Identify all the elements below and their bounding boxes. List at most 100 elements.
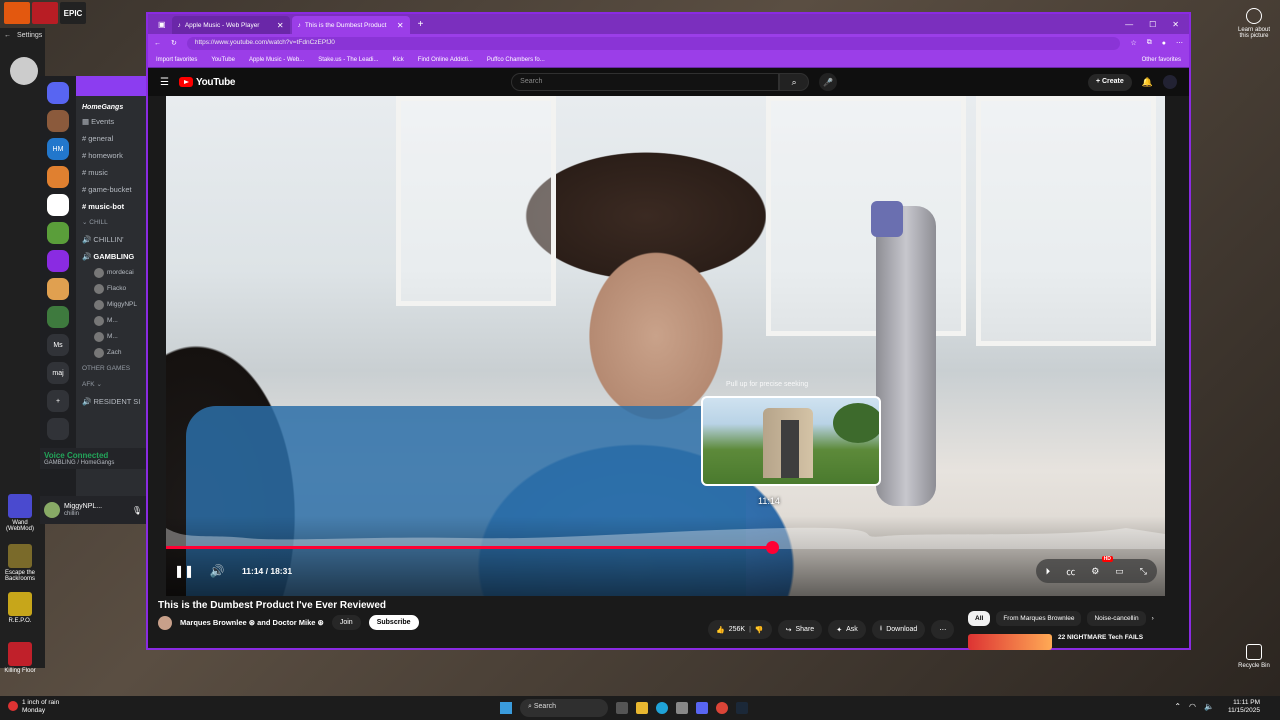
search-button[interactable]: ⌕ [779,73,810,91]
wifi-icon[interactable]: ◠ [1189,702,1196,711]
mic-icon[interactable]: 🎙 [132,506,142,515]
desktop-icon-3[interactable]: Killing Floor [0,642,42,674]
server-icon-4[interactable] [47,194,69,216]
progress-bar[interactable] [166,541,1165,554]
server-icon-6[interactable] [47,250,69,272]
voice-location[interactable]: GAMBLING / HomeGangs [44,460,142,466]
voice-user[interactable]: M... [78,313,146,329]
tab-close-icon[interactable]: ✕ [397,21,404,30]
recycle-bin[interactable]: Recycle Bin [1234,644,1274,669]
edge-icon[interactable] [656,702,668,714]
voice-user[interactable]: MiggyNPL [78,297,146,313]
download-button[interactable]: ⭳ Download [871,620,926,639]
other-favorites[interactable]: Other favorites [1142,57,1181,63]
bookmark-item[interactable]: Import favorites [156,57,197,63]
new-tab-button[interactable]: + [412,16,430,34]
tab-actions-icon[interactable]: ▣ [154,16,170,34]
server-icon-10[interactable]: maj [47,362,69,384]
server-icon-1[interactable] [47,110,69,132]
speaker-icon[interactable]: 🔈 [1204,702,1214,711]
server-name[interactable]: HomeGangs [78,96,146,113]
voice-user[interactable]: Flacko [78,281,146,297]
voice-user[interactable]: M... [78,329,146,345]
voice-user[interactable]: mordecai [78,265,146,281]
account-avatar[interactable] [1163,75,1177,89]
voice-channel-item[interactable]: 🔊 CHILLIN' [78,231,146,248]
profile-icon[interactable]: ● [1162,40,1166,47]
steam-icon[interactable] [736,702,748,714]
video-player[interactable]: Pull up for precise seeking 11:14 ❚❚ 🔊 1… [166,96,1165,596]
thumbs-down-icon[interactable]: 👎 [755,626,764,634]
discord-icon[interactable] [696,702,708,714]
recommendation-item[interactable]: 22 NIGHTMARE Tech FAILS [968,634,1143,650]
menu-dots-icon[interactable]: ⋯ [1176,39,1183,47]
autoplay-toggle-icon[interactable]: ⏵ [1046,566,1051,577]
chips-next-icon[interactable]: › [1152,615,1154,622]
bookmark-item[interactable]: Apple Music - Web... [249,57,304,63]
user-avatar[interactable] [44,502,60,518]
back-icon[interactable]: ← [154,40,161,47]
pause-icon[interactable]: ❚❚ [174,564,194,578]
recommendation-title[interactable]: 22 NIGHTMARE Tech FAILS [1058,634,1143,650]
tab-close-icon[interactable]: ✕ [277,21,284,30]
hamburger-menu-icon[interactable]: ☰ [160,77,169,88]
learn-about-picture[interactable]: Learn about this picture [1234,8,1274,39]
voice-search-button[interactable]: 🎤 [819,73,838,91]
settings-gear-icon[interactable]: ⚙ [1091,566,1099,577]
captions-icon[interactable]: ㏄ [1066,565,1075,578]
file-explorer-icon[interactable] [636,702,648,714]
bookmark-item[interactable]: Puffco Chambers fo... [487,57,545,63]
channel-item[interactable]: # music [78,164,146,181]
share-button[interactable]: ↪ Share [777,620,823,639]
create-button[interactable]: + Create [1087,73,1132,91]
server-icon-0[interactable] [47,82,69,104]
join-button[interactable]: Join [331,615,361,630]
start-button[interactable] [500,702,512,714]
clock[interactable]: 11:11 PM 11/15/2025 [1228,699,1260,716]
server-icon-2[interactable]: HM [47,138,69,160]
launcher-icon-1[interactable] [32,2,58,24]
server-icon-7[interactable] [47,278,69,300]
browser-tab[interactable]: ♪ This is the Dumbest Product ✕ [291,16,410,34]
category-chill[interactable]: ⌄ CHILL [78,215,146,231]
chrome-icon[interactable] [716,702,728,714]
task-view-icon[interactable] [616,702,628,714]
voice-channel-item[interactable]: 🔊 GAMBLING [78,248,146,265]
more-actions-button[interactable]: ⋯ [931,620,955,639]
browser-window[interactable]: ▣ ♪ Apple Music - Web Player ✕ ♪ This is the… [146,12,1191,650]
fullscreen-exit-icon[interactable]: ⤡ [1140,566,1147,577]
voice-user[interactable]: Zach [78,345,146,361]
launcher-icon-2[interactable]: EPIC [60,2,86,24]
close-window-icon[interactable]: ✕ [1172,16,1179,34]
subscribe-button[interactable]: Subscribe [368,615,419,630]
bookmark-item[interactable]: Kick [392,57,403,63]
browser-tab[interactable]: ♪ Apple Music - Web Player ✕ [171,16,290,34]
server-icon-9[interactable]: Ms [47,334,69,356]
favorite-star-icon[interactable]: ☆ [1130,39,1136,47]
like-button[interactable]: 👍 256K | 👎 [708,620,772,639]
channel-avatar[interactable] [158,615,172,630]
recommendation-thumbnail[interactable] [968,634,1052,650]
server-icon-12[interactable] [47,418,69,440]
filter-chip[interactable]: Noise-cancellin [1087,611,1146,626]
miniplayer-icon[interactable]: ▭ [1115,566,1124,577]
desktop-icon-1[interactable]: Escape the Backrooms [0,544,42,582]
category-afk[interactable]: AFK ⌄ [78,377,146,393]
launcher-icon-0[interactable] [4,2,30,24]
channel-name[interactable]: Marques Brownlee ⊛ and Doctor Mike ⊛ [180,618,324,627]
channel-item[interactable]: # music-bot [78,198,146,215]
tray-chevron-icon[interactable]: ⌃ [1174,702,1181,711]
url-field[interactable]: https://www.youtube.com/watch?v=tFdnCzEP… [186,36,1121,50]
youtube-logo[interactable]: YouTube [178,77,235,88]
channel-resident[interactable]: 🔊 RESIDENT SI [78,393,146,410]
settings-icon[interactable] [676,702,688,714]
desktop-icon-2[interactable]: R.E.P.O. [0,592,42,624]
events-item[interactable]: ▦ Events [78,113,146,130]
server-icon-8[interactable] [47,306,69,328]
taskbar-search[interactable]: ⌕ Search [520,699,608,717]
minimize-icon[interactable]: — [1125,16,1133,34]
extensions-icon[interactable]: ⧉ [1147,39,1152,47]
reload-icon[interactable]: ↻ [171,39,177,47]
channel-item[interactable]: # general [78,130,146,147]
ask-button[interactable]: ✦ Ask [828,620,866,639]
